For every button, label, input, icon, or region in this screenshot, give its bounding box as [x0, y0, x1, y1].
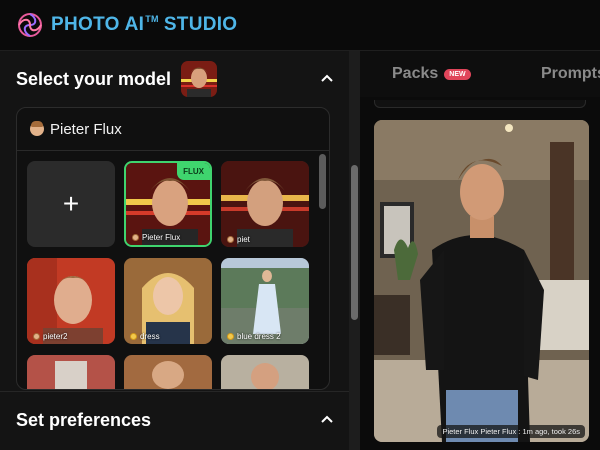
- tab-bar: Packs NEW Prompts: [360, 51, 600, 97]
- model-tile-pieter2[interactable]: pieter2: [27, 258, 115, 344]
- model-photo: [124, 355, 212, 389]
- brand-tm: TM: [145, 14, 159, 24]
- model-tile-label: piet: [227, 235, 250, 244]
- plus-icon: +: [62, 188, 80, 219]
- model-tile-blue-dress-2[interactable]: blue dress 2: [221, 258, 309, 344]
- model-tile-label: Pieter Flux: [132, 233, 180, 242]
- flux-badge: FLUX: [177, 163, 210, 180]
- add-model-button[interactable]: +: [27, 161, 115, 247]
- model-tile-partial[interactable]: [221, 355, 309, 389]
- tab-packs[interactable]: Packs NEW: [392, 65, 471, 83]
- model-grid-scrollbar[interactable]: [319, 154, 326, 209]
- model-tile-partial[interactable]: [124, 355, 212, 389]
- model-avatar: [181, 61, 218, 97]
- model-picker: Pieter Flux + FLUX Pieter Flux piet piet…: [16, 107, 330, 390]
- model-section-title: Select your model: [16, 68, 172, 89]
- model-tile-pieter-flux[interactable]: FLUX Pieter Flux: [124, 161, 212, 247]
- left-scrollbar-thumb[interactable]: [351, 165, 358, 320]
- preferences-section-title: Set preferences: [16, 409, 152, 430]
- generated-photo[interactable]: Pieter Flux Pieter Flux : 1m ago, took 2…: [374, 120, 589, 442]
- model-tile-label: pieter2: [33, 332, 67, 341]
- top-bar: PHOTO AI TM STUDIO: [0, 0, 600, 50]
- tab-prompts[interactable]: Prompts: [541, 65, 600, 83]
- selected-model-row[interactable]: Pieter Flux: [17, 108, 329, 151]
- photo-caption: Pieter Flux Pieter Flux : 1m ago, took 2…: [437, 425, 585, 438]
- brand-title[interactable]: PHOTO AI TM STUDIO: [51, 14, 237, 36]
- chevron-up-icon[interactable]: [320, 413, 334, 427]
- section-divider: [0, 391, 349, 392]
- preferences-section-header[interactable]: Set preferences: [16, 404, 334, 436]
- model-tile-label: blue dress 2: [227, 332, 281, 341]
- model-tile-partial[interactable]: [27, 355, 115, 389]
- tab-content-edge: [374, 100, 586, 108]
- photo-image: [374, 120, 589, 442]
- model-photo: [27, 355, 115, 389]
- tab-packs-label: Packs: [392, 65, 439, 82]
- model-tile-label: dress: [130, 332, 160, 341]
- logo-icon[interactable]: [17, 12, 43, 38]
- new-badge: NEW: [444, 68, 471, 80]
- chevron-up-icon[interactable]: [320, 72, 334, 86]
- selected-model-name: Pieter Flux: [50, 120, 122, 138]
- brand-name: PHOTO AI: [51, 14, 145, 35]
- model-section-header[interactable]: Select your model: [16, 61, 334, 97]
- model-tile-dress[interactable]: dress: [124, 258, 212, 344]
- model-photo: [221, 355, 309, 389]
- brand-suffix: STUDIO: [163, 14, 238, 35]
- person-icon: [30, 121, 44, 136]
- model-tile-piet[interactable]: piet: [221, 161, 309, 247]
- tab-prompts-label: Prompts: [541, 65, 600, 82]
